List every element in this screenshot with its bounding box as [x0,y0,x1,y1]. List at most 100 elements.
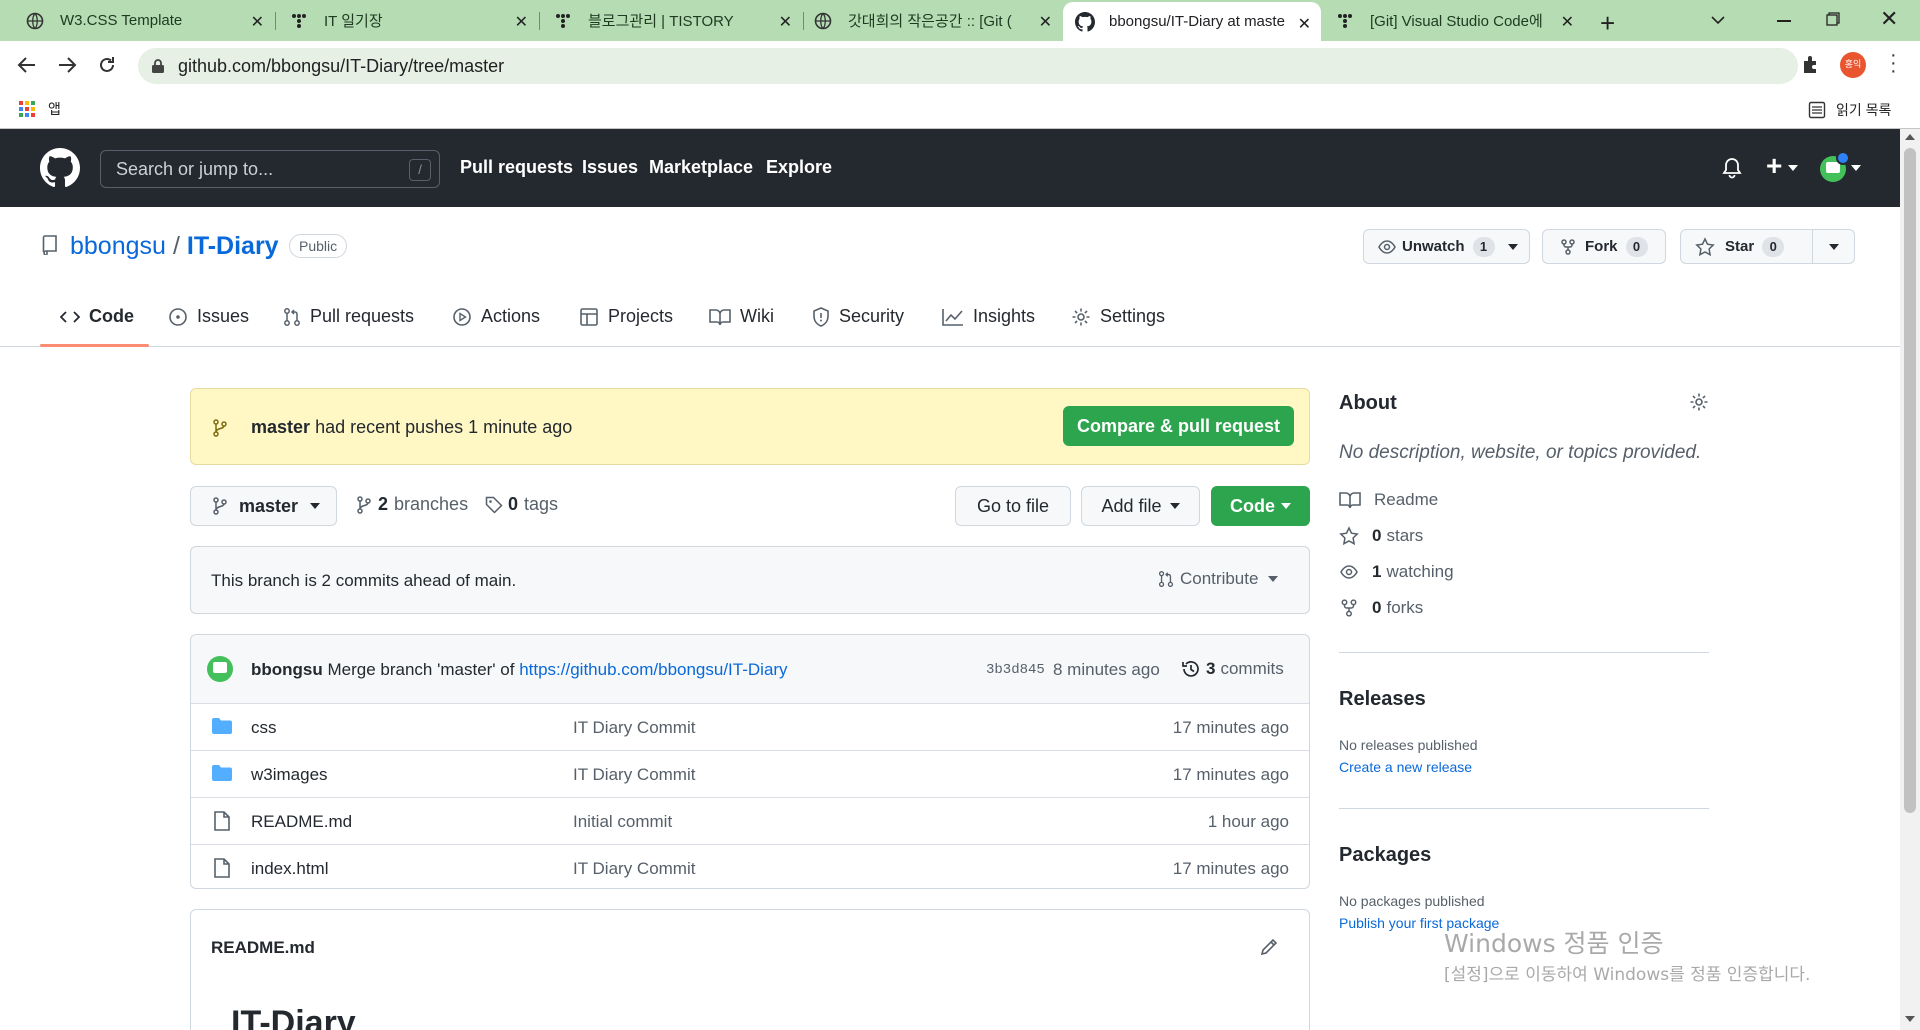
pencil-icon[interactable] [1259,937,1279,957]
close-icon[interactable]: ✕ [779,12,792,32]
file-commit-message[interactable]: IT Diary Commit [573,718,695,738]
browser-tab[interactable]: W3.CSS Template ✕ [12,0,274,41]
star-list-dropdown[interactable] [1812,229,1855,264]
file-name[interactable]: css [251,718,277,738]
pushed-branch-name[interactable]: master [251,417,310,437]
releases-heading[interactable]: Releases [1339,688,1426,711]
nav-explore[interactable]: Explore [766,157,832,178]
github-logo-icon[interactable] [40,148,80,188]
repo-owner-link[interactable]: bbongsu [70,232,166,261]
commit-author-avatar[interactable] [207,656,233,682]
commit-message-link[interactable]: https://github.com/bbongsu/IT-Diary [519,660,787,679]
file-name[interactable]: README.md [251,812,352,832]
scrollbar-thumb[interactable] [1904,148,1916,813]
scroll-up-arrow-icon[interactable] [1905,134,1915,141]
contribute-dropdown[interactable]: Contribute [1158,569,1279,589]
scroll-down-arrow-icon[interactable] [1905,1016,1915,1023]
bell-icon[interactable] [1722,157,1742,179]
tab-title: bbongsu/IT-Diary at maste [1109,13,1285,30]
tistory-icon [1338,13,1352,28]
close-icon[interactable]: ✕ [1298,14,1311,34]
watching-link[interactable]: 1 watching [1339,562,1454,582]
lock-icon[interactable] [151,58,165,74]
create-release-link[interactable]: Create a new release [1339,759,1472,775]
caret-down-icon[interactable] [1851,165,1861,172]
nav-issues[interactable]: Issues [582,157,638,178]
apps-shortcut[interactable]: 앱 [18,99,61,119]
file-name[interactable]: w3images [251,765,328,785]
address-bar[interactable]: github.com/bbongsu/IT-Diary/tree/master [138,48,1798,84]
table-row[interactable]: index.html IT Diary Commit 17 minutes ag… [191,845,1309,891]
user-avatar[interactable] [1820,151,1850,182]
close-icon[interactable]: ✕ [515,12,528,32]
new-tab-plus-icon[interactable]: + [1600,8,1615,39]
file-commit-message[interactable]: Initial commit [573,812,672,832]
nav-marketplace[interactable]: Marketplace [649,157,753,178]
add-file-button[interactable]: Add file [1081,486,1200,526]
forward-arrow-icon[interactable] [57,56,77,74]
file-icon [214,858,230,878]
forks-count: 0 [1372,598,1382,617]
table-row[interactable]: css IT Diary Commit 17 minutes ago [191,704,1309,750]
tab-label: Security [839,306,905,326]
browser-tab[interactable]: IT 일기장 ✕ [276,0,538,41]
browser-tab[interactable]: 갓대희의 작은공간 :: [Git ( ✕ [804,0,1062,41]
caret-down-icon [1268,576,1279,582]
extensions-puzzle-icon[interactable] [1800,53,1822,75]
tab-actions[interactable]: Actions [452,306,540,327]
tab-wiki[interactable]: Wiki [709,306,774,327]
file-commit-time: 1 hour ago [1207,812,1289,831]
tab-title: 갓대희의 작은공간 :: [Git ( [848,13,1012,30]
reading-list[interactable]: 읽기 목록 [1808,100,1891,120]
tab-insights[interactable]: Insights [942,306,1035,327]
code-button[interactable]: Code [1211,486,1310,526]
browser-tab[interactable]: 블로그관리 | TISTORY ✕ [540,0,802,41]
readme-link[interactable]: Readme [1339,490,1438,510]
back-arrow-icon[interactable] [17,56,37,74]
packages-heading[interactable]: Packages [1339,844,1431,867]
commits-history-link[interactable]: 3 commits [1181,659,1284,679]
reload-icon[interactable] [97,55,117,75]
branches-link[interactable]: 2 branches [357,494,468,515]
tab-search-chevron-icon[interactable] [1710,14,1726,26]
tab-security[interactable]: Security [812,306,904,327]
caret-down-icon[interactable] [1788,165,1798,172]
tab-code[interactable]: Code [60,306,134,327]
star-button[interactable]: Star 0 [1680,229,1813,264]
commit-author[interactable]: bbongsu [251,660,323,679]
profile-avatar[interactable]: 홍익 [1840,52,1866,78]
fork-button[interactable]: Fork 0 [1542,229,1666,264]
file-commit-message[interactable]: IT Diary Commit [573,765,695,785]
tab-projects[interactable]: Projects [579,306,673,327]
compare-pull-request-button[interactable]: Compare & pull request [1063,406,1294,446]
branch-selector[interactable]: master [190,486,337,526]
stars-link[interactable]: 0 stars [1339,526,1423,546]
repo-name-link[interactable]: IT-Diary [187,232,279,261]
browser-tab-active[interactable]: bbongsu/IT-Diary at maste ✕ [1063,2,1321,41]
tab-settings[interactable]: Settings [1071,306,1165,327]
gear-icon[interactable] [1689,392,1709,412]
close-icon[interactable]: ✕ [251,12,264,32]
tab-pull-requests[interactable]: Pull requests [283,306,414,327]
commit-sha[interactable]: 3b3d845 [986,662,1045,678]
create-new-plus-icon[interactable]: + [1766,150,1782,182]
menu-kebab-icon[interactable]: · · · [1890,45,1897,81]
nav-pull-requests[interactable]: Pull requests [460,157,573,178]
file-icon [214,811,230,831]
tags-link[interactable]: 0 tags [485,494,558,515]
minimize-icon[interactable] [1777,20,1791,22]
restore-icon[interactable] [1826,12,1840,26]
tab-issues[interactable]: Issues [168,306,249,327]
browser-tab[interactable]: [Git] Visual Studio Code에 ✕ [1322,0,1584,41]
close-icon[interactable]: ✕ [1039,12,1052,32]
close-icon[interactable]: ✕ [1561,12,1574,32]
forks-link[interactable]: 0 forks [1339,598,1423,618]
unwatch-button[interactable]: Unwatch 1 [1363,229,1530,264]
github-search-input[interactable]: Search or jump to... / [100,150,440,188]
file-commit-message[interactable]: IT Diary Commit [573,859,695,879]
table-row[interactable]: w3images IT Diary Commit 17 minutes ago [191,751,1309,797]
window-close-icon[interactable]: ✕ [1880,6,1898,32]
go-to-file-button[interactable]: Go to file [955,486,1071,526]
table-row[interactable]: README.md Initial commit 1 hour ago [191,798,1309,844]
file-name[interactable]: index.html [251,859,328,879]
